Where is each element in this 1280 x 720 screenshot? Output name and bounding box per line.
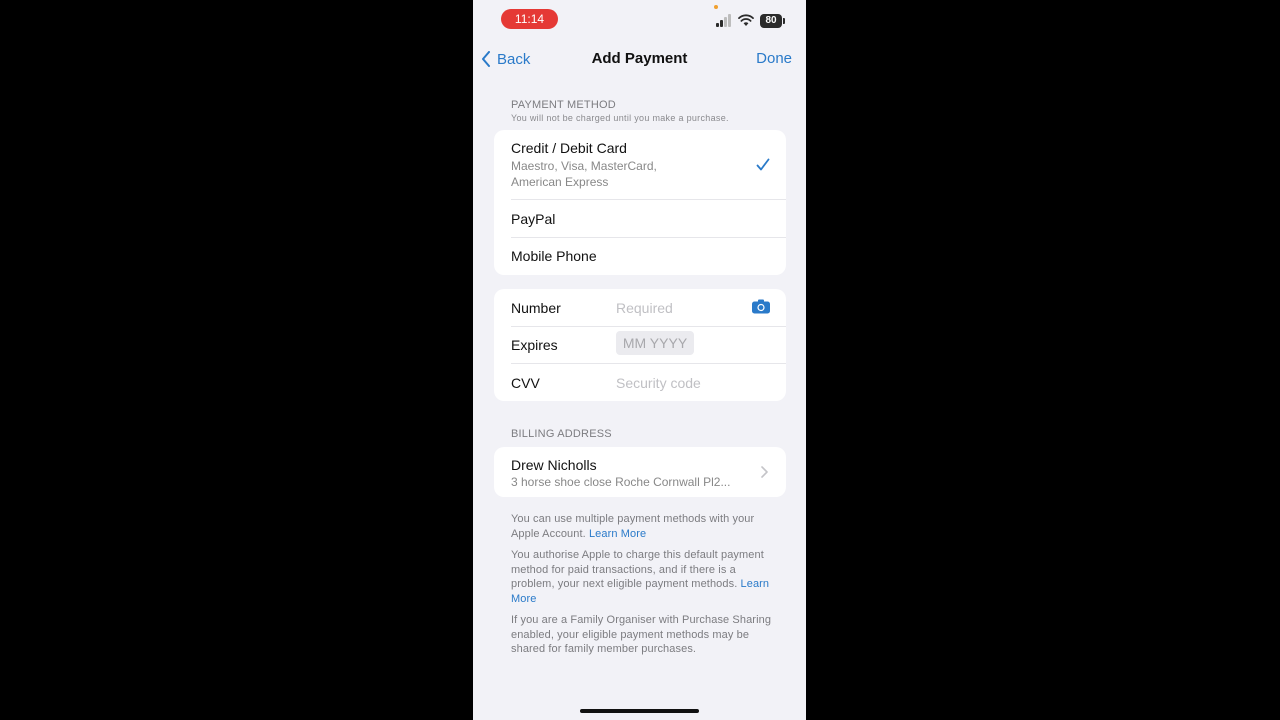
payment-method-subheader: You will not be charged until you make a… — [511, 113, 729, 123]
card-details-card: Number Required Expires MM YYYY CVV Secu… — [494, 289, 786, 401]
footer-note-2-text: You authorise Apple to charge this defau… — [511, 549, 764, 591]
payment-method-header: PAYMENT METHOD — [511, 99, 616, 111]
option-paypal[interactable]: PayPal — [511, 211, 786, 227]
wifi-icon — [738, 14, 754, 26]
option-mobile-phone[interactable]: Mobile Phone — [511, 248, 786, 264]
option-credit-debit-detail-1: Maestro, Visa, MasterCard, — [511, 159, 657, 173]
billing-address-row[interactable]: Drew Nicholls 3 horse shoe close Roche C… — [494, 447, 786, 497]
phone-screen: 11:14 80 Back Add Payment Done PAYMENT M… — [473, 0, 806, 720]
option-credit-debit-card[interactable]: Credit / Debit Card Maestro, Visa, Maste… — [511, 140, 786, 190]
cellular-signal-icon — [716, 14, 733, 27]
done-button[interactable]: Done — [756, 50, 792, 67]
home-indicator[interactable] — [580, 709, 699, 713]
number-input[interactable]: Required — [616, 300, 673, 316]
footer-note-authorise: You authorise Apple to charge this defau… — [511, 548, 773, 606]
divider — [511, 237, 786, 238]
divider — [511, 199, 786, 200]
billing-address-header: BILLING ADDRESS — [511, 428, 612, 440]
billing-address-text: 3 horse shoe close Roche Cornwall Pl2... — [511, 475, 731, 489]
footer-note-multiple-methods: You can use multiple payment methods wit… — [511, 512, 773, 541]
mic-indicator-dot — [714, 5, 718, 9]
chevron-right-icon — [761, 466, 768, 478]
divider — [511, 326, 786, 327]
option-credit-debit-detail-2: American Express — [511, 175, 609, 189]
billing-name: Drew Nicholls — [511, 457, 597, 473]
divider — [511, 363, 786, 364]
cvv-input[interactable]: Security code — [616, 375, 701, 391]
payment-method-card: Credit / Debit Card Maestro, Visa, Maste… — [494, 130, 786, 275]
expires-input[interactable]: MM YYYY — [616, 331, 694, 355]
status-time-badge[interactable]: 11:14 — [501, 9, 558, 29]
camera-icon[interactable] — [752, 299, 770, 314]
battery-icon: 80 — [760, 14, 785, 28]
learn-more-link[interactable]: Learn More — [589, 528, 646, 540]
option-credit-debit-label: Credit / Debit Card — [511, 140, 627, 156]
footer-note-family-sharing: If you are a Family Organiser with Purch… — [511, 614, 772, 656]
checkmark-icon — [756, 158, 770, 171]
